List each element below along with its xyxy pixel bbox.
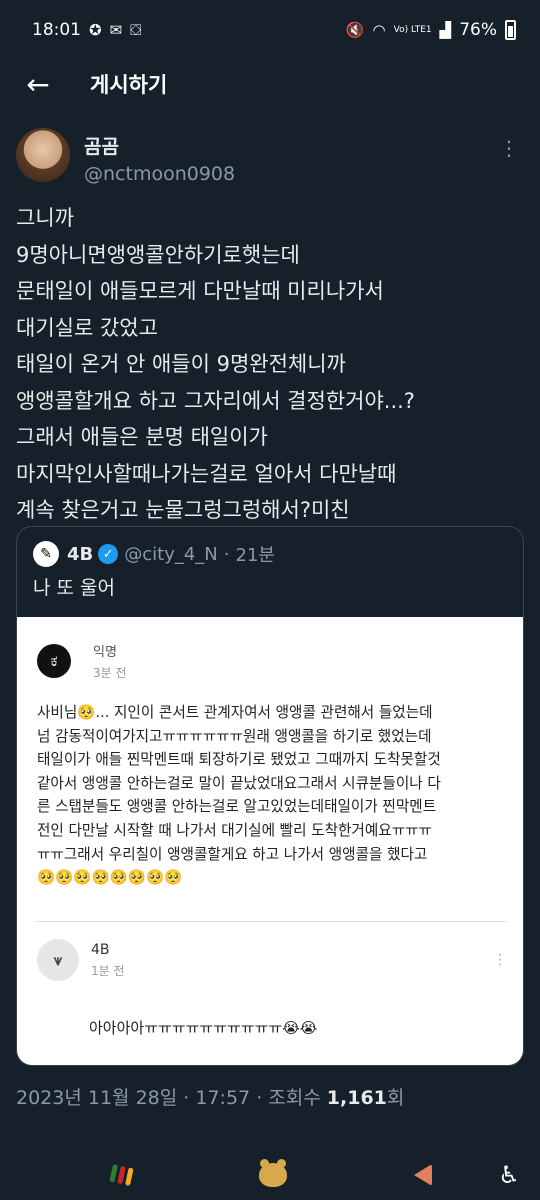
author-names: 곰곰 @nctmoon0908 — [84, 128, 235, 188]
avatar[interactable] — [16, 128, 70, 182]
quoted-screenshot-image[interactable]: ಕ 익명 3분 전 사비님🥺... 지인이 콘서트 관계자여서 앵앵콜 관련해서… — [17, 617, 523, 1065]
comment-avatar-icon: ⩛ — [37, 939, 79, 981]
wifi-icon: ◠ — [372, 20, 386, 39]
display-name[interactable]: 곰곰 — [84, 132, 235, 159]
tweet-text: 그니까 9명아니면앵앵콜안하기로햇는데 문태일이 애들모르게 다만날때 미리나가… — [16, 206, 415, 522]
gmail-icon: ✉ — [109, 20, 123, 39]
timestamp-separator-1: · — [183, 1087, 190, 1109]
bear-shape — [259, 1159, 287, 1187]
bear-icon[interactable] — [256, 1158, 290, 1192]
quote-handle: @city_4_N — [124, 543, 218, 565]
views-suffix: 회 — [386, 1087, 405, 1109]
comment-row: ⩛ 4B 1분 전 ⋮ — [37, 939, 507, 981]
tweet-author: 곰곰 @nctmoon0908 ⋮ — [16, 128, 524, 188]
quote-header: ✎ 4B ✓ @city_4_N · 21분 — [17, 527, 523, 567]
verified-badge-icon: ✓ — [98, 544, 119, 564]
apps-bar-red — [116, 1165, 126, 1185]
mute-icon: 🔇 — [345, 20, 365, 39]
status-left: 18:01 ✪ ✉ ⛋ — [32, 20, 142, 40]
back-icon[interactable] — [406, 1158, 440, 1192]
status-right: 🔇 ◠ Vo) LTE1 ▟ 76% — [346, 20, 516, 40]
game-icon: ✪ — [89, 20, 102, 39]
anon-post-name: 익명 — [93, 645, 117, 660]
anon-avatar-icon: ಕ — [37, 644, 71, 678]
anon-post-body: 사비님🥺... 지인이 콘서트 관계자여서 앵앵콜 관련해서 들었는데 넘 감동… — [37, 704, 441, 887]
quote-avatar-icon: ✎ — [33, 541, 59, 567]
views-label: 조회수 — [268, 1087, 321, 1109]
apps-bar-green — [108, 1164, 118, 1183]
status-bar: 18:01 ✪ ✉ ⛋ 🔇 ◠ Vo) LTE1 ▟ 76% — [0, 0, 540, 60]
comment-time: 1분 전 — [91, 963, 125, 978]
tweet-date: 2023년 11월 28일 — [16, 1087, 178, 1109]
status-time: 18:01 — [32, 20, 81, 40]
system-nav-bar: ♿ — [0, 1150, 540, 1200]
comment-author: 4B — [91, 941, 110, 958]
post-divider — [35, 921, 507, 922]
more-options-icon[interactable]: ⋮ — [494, 128, 524, 168]
battery-percent: 76% — [459, 20, 497, 40]
comment-meta: 4B 1분 전 — [91, 942, 125, 979]
comment-more-icon: ⋮ — [493, 952, 507, 968]
page-title: 게시하기 — [90, 73, 168, 97]
apps-icon[interactable] — [104, 1158, 138, 1192]
comment-text: 아아아아ㅠㅠㅠㅠㅠㅠㅠㅠㅠㅠ😭😭 — [89, 1019, 318, 1037]
battery-icon — [505, 20, 516, 40]
quote-display-name: 4B — [67, 543, 94, 565]
anon-post-time: 3분 전 — [93, 666, 127, 680]
quote-text: 나 또 울어 — [33, 577, 115, 599]
back-arrow-icon[interactable]: ← — [14, 60, 62, 108]
quote-separator: · — [223, 543, 230, 565]
apps-bar-yellow — [124, 1167, 134, 1186]
shopping-bag-icon: ⛋ — [130, 20, 142, 39]
back-triangle — [414, 1164, 432, 1186]
tweet-time: 17:57 — [195, 1087, 251, 1109]
views-count[interactable]: 1,161 — [327, 1087, 387, 1109]
signal-icon: ▟ — [439, 20, 452, 39]
anon-post-author: ಕ 익명 3분 전 — [37, 641, 127, 681]
network-label: Vo) LTE1 — [393, 25, 432, 35]
anon-post-meta: 익명 3분 전 — [93, 641, 127, 681]
quote-age: 21분 — [235, 545, 275, 566]
tweet-timestamp: 2023년 11월 28일 · 17:57 · 조회수 1,161회 — [16, 1083, 404, 1110]
accessibility-icon[interactable]: ♿ — [492, 1158, 526, 1192]
quote-tweet-card[interactable]: ✎ 4B ✓ @city_4_N · 21분 나 또 울어 ಕ 익명 3분 전 … — [16, 526, 524, 1066]
timestamp-separator-2: · — [256, 1087, 263, 1109]
header: ← 게시하기 — [0, 60, 540, 108]
user-handle[interactable]: @nctmoon0908 — [84, 163, 235, 185]
